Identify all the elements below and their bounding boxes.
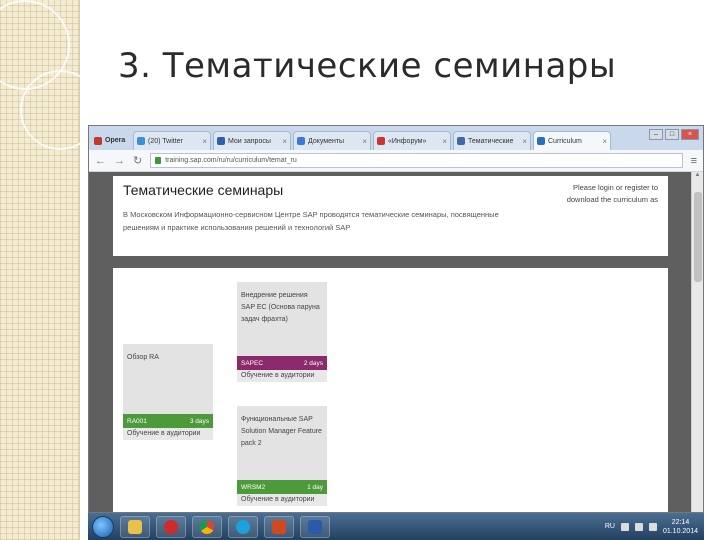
course-code-bar: SAPEC 2 days [237,356,327,370]
tab-twitter[interactable]: (20) Twitter × [133,131,211,150]
login-hint-link[interactable]: Please login or register to download the… [548,182,658,206]
clock-date: 01.10.2014 [662,527,698,535]
folder-icon [128,519,142,534]
word-icon [308,519,322,534]
menu-icon[interactable]: ≡ [691,155,697,167]
tab-thematic[interactable]: Тематические × [453,131,531,150]
opera-icon [164,519,178,534]
course-duration: 2 days [303,359,323,367]
sap-icon [457,137,465,145]
opera-menu-button[interactable]: Opera [91,131,131,150]
powerpoint-icon [272,519,286,534]
lock-icon [155,157,162,164]
slide-title: 3. Тематические семинары [118,46,617,86]
reload-icon[interactable]: ↻ [133,154,142,167]
forward-arrow-icon[interactable]: → [114,155,125,167]
tab-label: (20) Twitter [148,137,183,145]
slide-decoration-strip [0,0,100,540]
minimize-button[interactable]: – [649,129,663,140]
back-arrow-icon[interactable]: ← [95,155,106,167]
taskbar-chrome[interactable] [192,515,222,538]
close-tab-icon[interactable]: × [362,137,367,146]
course-code: WRSM2 [241,483,266,491]
course-format: Обучение в аудитории [237,494,327,506]
maximize-button[interactable]: □ [665,129,679,140]
course-code: RA001 [127,417,147,425]
course-duration: 1 day [307,483,323,491]
skype-icon [236,519,250,534]
browser-toolbar: ← → ↻ training.sap.com/ru/ru/curriculum/… [89,150,703,172]
course-grid: Внедрение решения SAP EC (Основа паруна … [113,268,668,512]
volume-icon[interactable] [648,522,657,531]
vertical-scrollbar[interactable]: ▲ [691,172,703,512]
course-card[interactable]: Обзор RA RA001 3 days Обучение в аудитор… [123,344,213,440]
close-tab-icon[interactable]: × [522,137,527,146]
course-code-bar: RA001 3 days [123,414,213,428]
course-card[interactable]: Функциональные SAP Solution Manager Feat… [237,406,327,506]
language-indicator[interactable]: RU [605,523,615,530]
taskbar-powerpoint[interactable] [264,515,294,538]
course-format: Обучение в аудитории [123,428,213,440]
tab-label: Тематические [468,137,514,145]
close-tab-icon[interactable]: × [282,137,287,146]
course-code-bar: WRSM2 1 day [237,480,327,494]
scroll-up-icon[interactable]: ▲ [692,172,703,178]
course-title: Внедрение решения SAP EC (Основа паруна … [241,292,320,323]
clock-time: 22:14 [671,518,690,526]
tab-label: Opera [105,137,126,144]
address-bar[interactable]: training.sap.com/ru/ru/curriculum/temat_… [150,153,683,168]
opera-icon [94,136,102,145]
page-header-section: Тематические семинары В Московском Инфор… [113,176,668,256]
pen-icon [377,137,385,145]
course-code: SAPEC [241,359,264,367]
system-tray: RU 22:14 01.10.2014 [605,518,704,536]
close-tab-icon[interactable]: × [602,137,607,146]
taskbar-word[interactable] [300,515,330,538]
close-window-button[interactable]: × [681,129,699,140]
taskbar-opera[interactable] [156,515,186,538]
browser-tab-bar: Opera (20) Twitter × Мои запросы × Докум… [89,126,703,150]
page-icon [217,137,225,145]
window-controls: – □ × [649,129,699,140]
close-tab-icon[interactable]: × [202,137,207,146]
page-description: В Московском Информационно-сервисном Цен… [123,210,499,232]
start-button[interactable] [92,515,114,538]
docs-icon [297,137,305,145]
tab-requests[interactable]: Мои запросы × [213,131,291,150]
network-icon[interactable] [634,522,643,531]
course-title: Обзор RA [127,354,159,361]
flag-icon[interactable] [620,522,629,531]
scroll-thumb[interactable] [694,192,702,282]
clock[interactable]: 22:14 01.10.2014 [663,518,698,536]
tab-inforum[interactable]: «Инфорум» × [373,131,451,150]
browser-screenshot: Opera (20) Twitter × Мои запросы × Докум… [88,125,704,513]
tab-label: Curriculum [548,137,582,145]
taskbar-skype[interactable] [228,515,258,538]
course-duration: 3 days [189,417,209,425]
twitter-icon [137,137,145,145]
tab-curriculum[interactable]: Curriculum × [533,131,611,150]
sap-icon [537,137,545,145]
url-text: training.sap.com/ru/ru/curriculum/temat_… [165,157,297,164]
course-card[interactable]: Внедрение решения SAP EC (Основа паруна … [237,282,327,382]
tab-documents[interactable]: Документы × [293,131,371,150]
chrome-icon [200,519,214,534]
tab-label: «Инфорум» [388,137,427,145]
tab-label: Документы [308,137,345,145]
close-tab-icon[interactable]: × [442,137,447,146]
tab-label: Мои запросы [228,137,271,145]
course-format: Обучение в аудитории [237,370,327,382]
taskbar-explorer[interactable] [120,515,150,538]
windows-taskbar: RU 22:14 01.10.2014 [88,513,704,540]
course-title: Функциональные SAP Solution Manager Feat… [241,416,322,447]
